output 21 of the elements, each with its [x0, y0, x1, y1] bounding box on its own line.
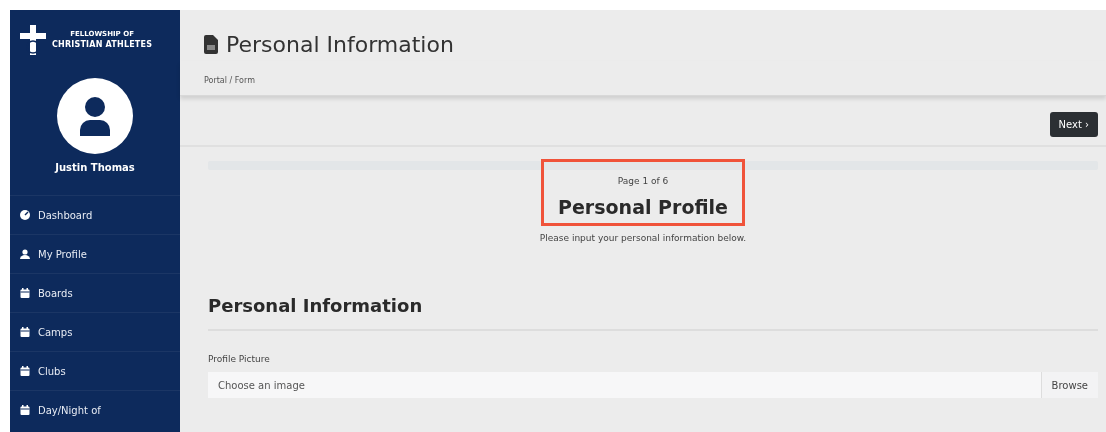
document-icon [204, 35, 218, 54]
gauge-icon [20, 210, 30, 220]
file-input-field[interactable]: Choose an image [208, 372, 1041, 398]
cross-logo-icon [20, 25, 46, 55]
page-indicator: Page 1 of 6 [616, 175, 670, 188]
field-label: Profile Picture [208, 352, 271, 366]
calendar-icon [20, 288, 30, 298]
calendar-icon [20, 327, 30, 337]
user-name: Justin Thomas [53, 161, 136, 175]
logo-text: CHRISTIAN ATHLETES [52, 39, 153, 52]
page-title: Personal Information [226, 31, 454, 59]
form-title: Personal Profile [558, 194, 728, 220]
calendar-icon [20, 366, 30, 376]
intro-text: Please input your personal information below. [539, 232, 747, 245]
next-button[interactable]: Next › [1049, 112, 1098, 137]
user-icon [20, 249, 30, 259]
section-title: Personal Information [208, 291, 1098, 331]
user-icon [78, 96, 112, 136]
breadcrumb-text: Portal / Form [180, 61, 1106, 96]
browse-button[interactable]: Browse [1040, 372, 1098, 398]
calendar-icon [20, 405, 30, 415]
